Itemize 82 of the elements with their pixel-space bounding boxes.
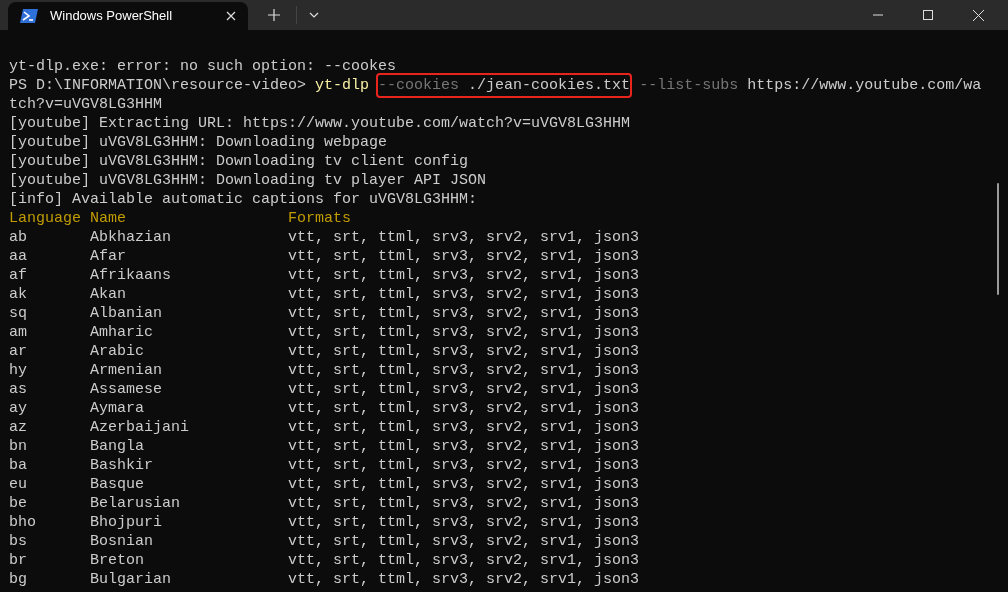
table-cell-text: az [9, 418, 28, 437]
table-cell: vtt, srt, ttml, srv3, srv2, srv1, json3 [288, 475, 640, 494]
table-cell-text: Aymara [90, 399, 145, 418]
table-cell-text: ba [9, 456, 28, 475]
table-cell-text: af [9, 266, 28, 285]
table-cell: vtt, srt, ttml, srv3, srv2, srv1, json3 [288, 551, 640, 570]
table-cell-text: Azerbaijani [90, 418, 191, 437]
column-header: Formats [288, 209, 351, 228]
table-cell-text: hy [9, 361, 28, 380]
column-header: Language [9, 209, 82, 228]
table-cell-text: Arabic [90, 342, 145, 361]
output-line: tch?v=uVGV8LG3HHM [9, 95, 163, 114]
table-cell-text: aa [9, 247, 28, 266]
table-cell: vtt, srt, ttml, srv3, srv2, srv1, json3 [288, 532, 640, 551]
table-cell: vtt, srt, ttml, srv3, srv2, srv1, json3 [288, 494, 640, 513]
dropdown-icon[interactable] [309, 12, 319, 18]
table-cell: vtt, srt, ttml, srv3, srv2, srv1, json3 [288, 456, 640, 475]
table-cell-text: Bosnian [90, 532, 154, 551]
output-line: yt-dlp.exe: error: no such option: --cookes [9, 57, 397, 76]
table-cell-text: bn [9, 437, 28, 456]
table-cell-text: Belarusian [90, 494, 181, 513]
table-cell-text: ar [9, 342, 28, 361]
table-cell: vtt, srt, ttml, srv3, srv2, srv1, json3 [288, 418, 640, 437]
table-cell: vtt, srt, ttml, srv3, srv2, srv1, json3 [288, 247, 640, 266]
table-cell-text: ab [9, 228, 28, 247]
table-cell-text: ak [9, 285, 28, 304]
table-cell-text: Bangla [90, 437, 145, 456]
table-cell-text: sq [9, 304, 28, 323]
table-cell-text: bs [9, 532, 28, 551]
column-header: Name [90, 209, 127, 228]
tab-title: Windows PowerShell [50, 7, 174, 26]
command-parameter: --list-subs [639, 76, 739, 95]
table-cell: vtt, srt, ttml, srv3, srv2, srv1, json3 [288, 361, 640, 380]
table-cell-text: Bulgarian [90, 570, 172, 589]
command-name: yt-dlp [315, 76, 370, 95]
close-icon[interactable] [226, 11, 236, 21]
table-cell: vtt, srt, ttml, srv3, srv2, srv1, json3 [288, 437, 640, 456]
table-cell-text: Afrikaans [90, 266, 172, 285]
powershell-icon [20, 9, 38, 23]
output-line: [youtube] Extracting URL: https://www.youtube.com/watch?v=uVGV8LG3HHM [9, 114, 631, 133]
new-tab-icon[interactable] [268, 9, 280, 21]
table-cell-text: Bhojpuri [90, 513, 163, 532]
table-cell: vtt, srt, ttml, srv3, srv2, srv1, json3 [288, 285, 640, 304]
table-cell-text: Albanian [90, 304, 163, 323]
table-cell-text: eu [9, 475, 28, 494]
scrollbar-thumb[interactable] [997, 183, 999, 295]
output-line: [youtube] uVGV8LG3HHM: Downloading tv client config [9, 152, 469, 171]
table-cell-text: Akan [90, 285, 127, 304]
maximize-icon[interactable] [923, 10, 933, 20]
table-cell-text: Basque [90, 475, 145, 494]
table-cell-text: br [9, 551, 28, 570]
command-text: https://www.youtube.com/wa [746, 76, 982, 95]
table-cell-text: Assamese [90, 380, 163, 399]
table-cell-text: Armenian [90, 361, 163, 380]
table-cell-text: Amharic [90, 323, 154, 342]
table-cell-text: be [9, 494, 28, 513]
table-cell-text: am [9, 323, 28, 342]
table-cell-text: bg [9, 570, 28, 589]
output-line: [youtube] uVGV8LG3HHM: Downloading tv player API JSON [9, 171, 487, 190]
command-text: PS D:\INFORMATION\resource-video> [9, 76, 308, 95]
command-text: ./jean-cookies.txt [467, 76, 631, 95]
table-cell: vtt, srt, ttml, srv3, srv2, srv1, json3 [288, 399, 640, 418]
command-parameter: --cookies [378, 76, 460, 95]
table-cell: vtt, srt, ttml, srv3, srv2, srv1, json3 [288, 323, 640, 342]
table-cell: vtt, srt, ttml, srv3, srv2, srv1, json3 [288, 380, 640, 399]
output-line: [info] Available automatic captions for uVGV8LG3HHM: [9, 190, 478, 209]
table-cell: vtt, srt, ttml, srv3, srv2, srv1, json3 [288, 342, 640, 361]
table-cell: vtt, srt, ttml, srv3, srv2, srv1, json3 [288, 513, 640, 532]
table-cell-text: Abkhazian [90, 228, 172, 247]
table-cell-text: Afar [90, 247, 127, 266]
table-cell: vtt, srt, ttml, srv3, srv2, srv1, json3 [288, 304, 640, 323]
table-cell-text: as [9, 380, 28, 399]
table-cell-text: Bashkir [90, 456, 154, 475]
terminal-tab[interactable]: Windows PowerShell [8, 2, 248, 30]
table-cell-text: ay [9, 399, 28, 418]
table-cell-text: Breton [90, 551, 145, 570]
output-line: [youtube] uVGV8LG3HHM: Downloading webpage [9, 133, 388, 152]
table-cell: vtt, srt, ttml, srv3, srv2, srv1, json3 [288, 570, 640, 589]
table-cell-text: bho [9, 513, 37, 532]
close-icon[interactable] [973, 9, 984, 21]
table-cell: vtt, srt, ttml, srv3, srv2, srv1, json3 [288, 266, 640, 285]
table-cell: vtt, srt, ttml, srv3, srv2, srv1, json3 [288, 228, 640, 247]
